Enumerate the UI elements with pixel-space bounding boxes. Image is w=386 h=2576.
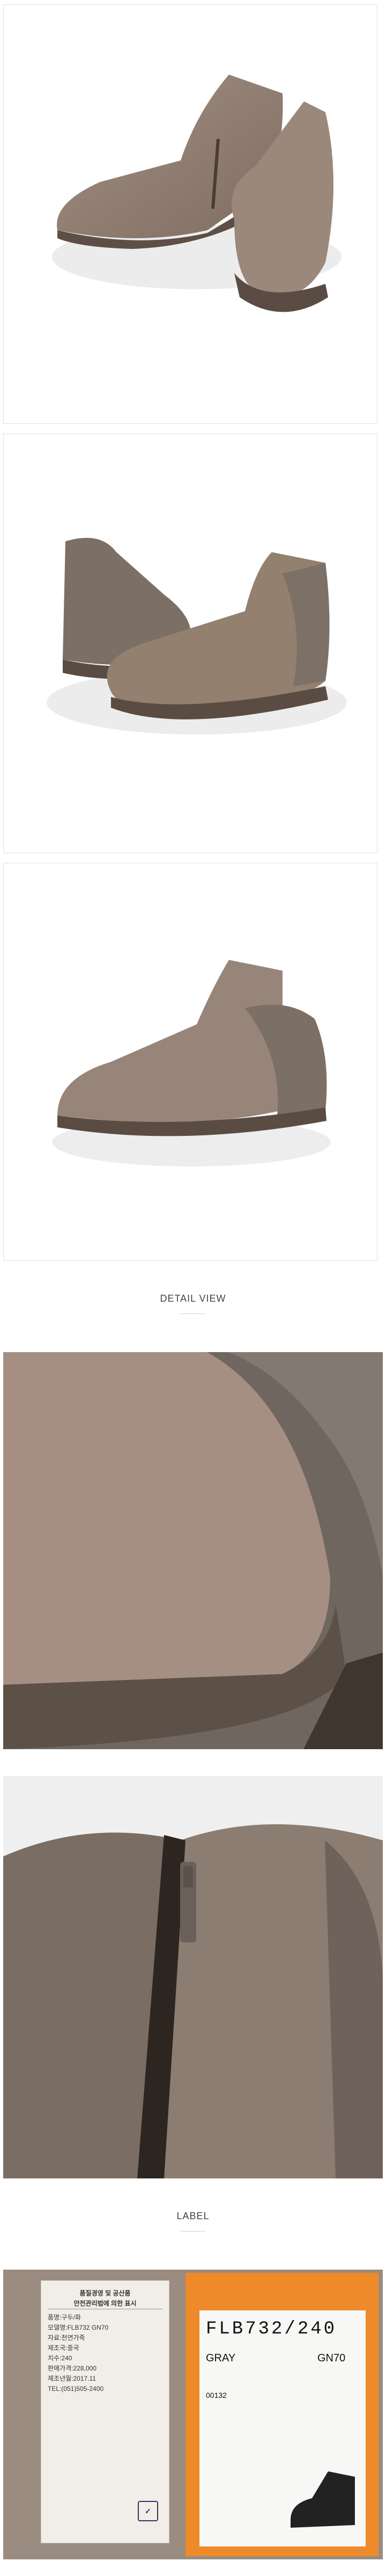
product-photo-3-frame bbox=[3, 863, 377, 1261]
boot-side-photo bbox=[52, 960, 331, 1166]
label-line: 자료:천연가죽 bbox=[48, 2334, 85, 2342]
label-line: 치수:240 bbox=[48, 2354, 72, 2362]
label-heading: LABEL bbox=[176, 2211, 210, 2221]
detail-view-heading: DETAIL VIEW bbox=[160, 1293, 226, 1304]
detail-view-divider bbox=[181, 1313, 205, 1314]
label-line: TEL:(051)505-2400 bbox=[48, 2385, 104, 2392]
label-line: 제조국:중국 bbox=[48, 2344, 79, 2352]
boot-pair-photo bbox=[52, 75, 342, 312]
label-line: 제조년월:2017.11 bbox=[48, 2375, 96, 2382]
label-line: 판매가격:228,000 bbox=[48, 2365, 96, 2372]
label-line: 안전관리법에 의한 표시 bbox=[48, 2299, 162, 2309]
tag-number: 00132 bbox=[206, 2391, 227, 2399]
zipper-pull-icon bbox=[180, 1862, 196, 1942]
tag-code: FLB732/240 bbox=[206, 2319, 337, 2339]
label-photo: 품질경영 및 공산품 안전관리법에 의한 표시 품명:구두/화 모델명:FLB7… bbox=[3, 2270, 383, 2559]
boot-pair-back-photo bbox=[47, 538, 347, 735]
label-line: 품명:구두/화 bbox=[48, 2314, 81, 2321]
toe-closeup-photo bbox=[3, 1352, 383, 1749]
label-line: 품질경영 및 공산품 bbox=[79, 2289, 131, 2297]
tag-variant: GN70 bbox=[317, 2352, 346, 2364]
label-line: 모델명:FLB732 GN70 bbox=[48, 2324, 109, 2331]
product-photo-2-frame bbox=[3, 434, 377, 853]
care-label-card: 품질경영 및 공산품 안전관리법에 의한 표시 품명:구두/화 모델명:FLB7… bbox=[41, 2280, 169, 2543]
orange-size-tag: FLB732/240 GRAY GN70 00132 bbox=[185, 2273, 378, 2556]
label-divider bbox=[181, 2231, 205, 2232]
shoe-silhouette-icon bbox=[291, 2471, 355, 2528]
tag-color: GRAY bbox=[206, 2352, 236, 2364]
kc-mark-icon: ✓ bbox=[138, 2501, 158, 2521]
zipper-closeup-photo bbox=[3, 1776, 383, 2178]
product-photo-1-frame bbox=[3, 4, 377, 424]
tag-white-panel: FLB732/240 GRAY GN70 00132 bbox=[199, 2310, 366, 2546]
